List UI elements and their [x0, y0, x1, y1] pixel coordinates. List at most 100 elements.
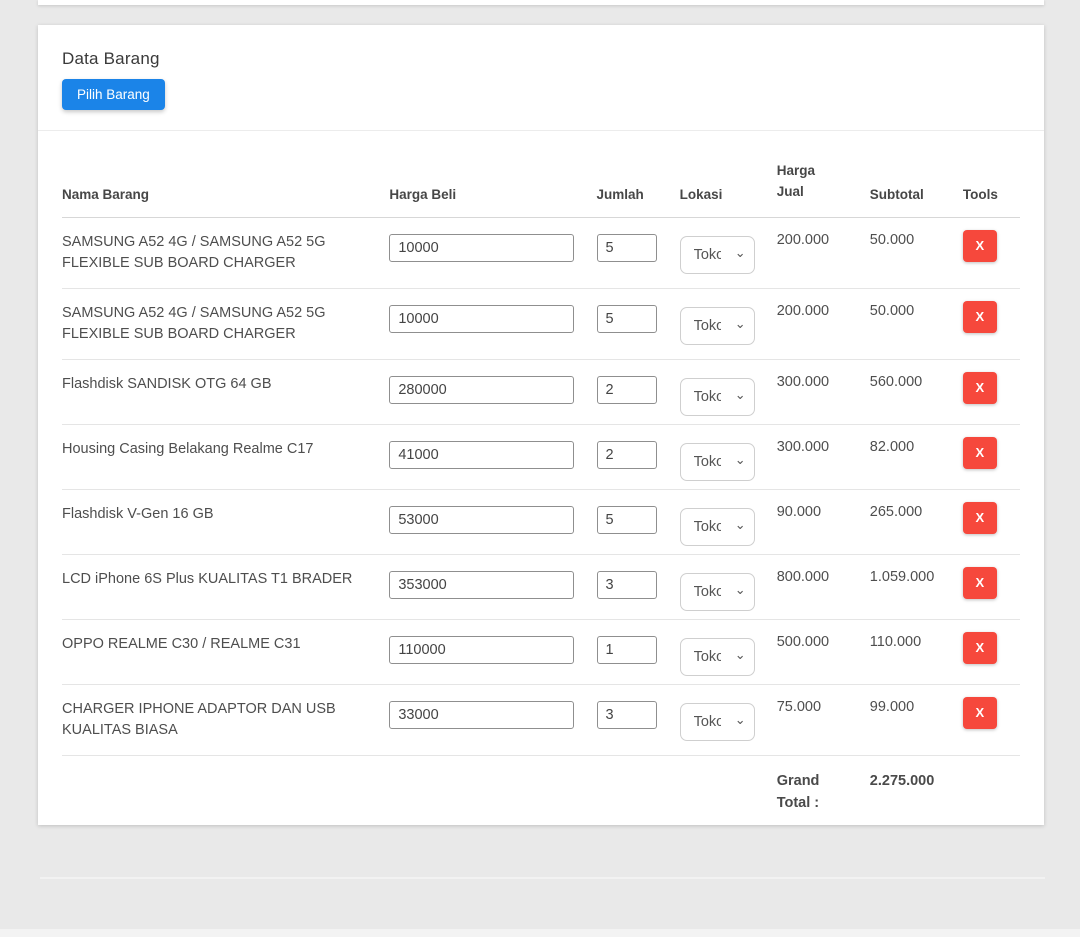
harga-jual-value: 200.000 — [777, 288, 870, 359]
item-name: Flashdisk SANDISK OTG 64 GB — [62, 359, 389, 424]
harga-jual-value: 300.000 — [777, 359, 870, 424]
col-header-jumlah: Jumlah — [597, 131, 680, 217]
jumlah-input[interactable] — [597, 441, 657, 469]
harga-jual-value: 75.000 — [777, 684, 870, 755]
delete-row-button[interactable]: X — [963, 567, 997, 599]
card-body: Nama Barang Harga Beli Jumlah Lokasi Har… — [38, 131, 1044, 822]
harga-beli-input[interactable] — [389, 701, 574, 729]
delete-row-button[interactable]: X — [963, 632, 997, 664]
item-name: CHARGER IPHONE ADAPTOR DAN USB KUALITAS … — [62, 684, 389, 755]
jumlah-input[interactable] — [597, 571, 657, 599]
table-row: Housing Casing Belakang Realme C17 Toko … — [62, 424, 1020, 489]
harga-jual-value: 800.000 — [777, 554, 870, 619]
item-name: Housing Casing Belakang Realme C17 — [62, 424, 389, 489]
chevron-down-icon: ⌄ — [735, 453, 746, 466]
grand-total-label: Grand Total : — [777, 755, 870, 822]
table-header-row: Nama Barang Harga Beli Jumlah Lokasi Har… — [62, 131, 1020, 217]
table-row: LCD iPhone 6S Plus KUALITAS T1 BRADER To… — [62, 554, 1020, 619]
item-name: SAMSUNG A52 4G / SAMSUNG A52 5G FLEXIBLE… — [62, 217, 389, 288]
page-title: Data Barang — [62, 49, 1020, 69]
lokasi-selected-value: Toko — [694, 519, 721, 535]
lokasi-select[interactable]: Toko ⌄ — [680, 508, 755, 546]
delete-row-button[interactable]: X — [963, 230, 997, 262]
chevron-down-icon: ⌄ — [735, 713, 746, 726]
lokasi-selected-value: Toko — [694, 649, 721, 665]
item-name: LCD iPhone 6S Plus KUALITAS T1 BRADER — [62, 554, 389, 619]
chevron-down-icon: ⌄ — [735, 518, 746, 531]
lokasi-selected-value: Toko — [694, 389, 721, 405]
lokasi-selected-value: Toko — [694, 318, 721, 334]
lower-section-divider — [40, 877, 1045, 879]
col-header-harga-jual: Harga Jual — [777, 131, 870, 217]
chevron-down-icon: ⌄ — [735, 583, 746, 596]
lokasi-select[interactable]: Toko ⌄ — [680, 236, 755, 274]
chevron-down-icon: ⌄ — [735, 648, 746, 661]
harga-jual-value: 200.000 — [777, 217, 870, 288]
delete-row-button[interactable]: X — [963, 301, 997, 333]
jumlah-input[interactable] — [597, 234, 657, 262]
jumlah-input[interactable] — [597, 701, 657, 729]
table-row: SAMSUNG A52 4G / SAMSUNG A52 5G FLEXIBLE… — [62, 288, 1020, 359]
col-header-subtotal: Subtotal — [870, 131, 963, 217]
top-card-edge — [38, 0, 1044, 5]
lokasi-selected-value: Toko — [694, 454, 721, 470]
col-header-nama-barang: Nama Barang — [62, 131, 389, 217]
harga-beli-input[interactable] — [389, 234, 574, 262]
delete-row-button[interactable]: X — [963, 502, 997, 534]
jumlah-input[interactable] — [597, 506, 657, 534]
lokasi-select[interactable]: Toko ⌄ — [680, 703, 755, 741]
table-row: SAMSUNG A52 4G / SAMSUNG A52 5G FLEXIBLE… — [62, 217, 1020, 288]
grand-total-row: Grand Total : 2.275.000 — [62, 755, 1020, 822]
harga-jual-value: 90.000 — [777, 489, 870, 554]
subtotal-value: 99.000 — [870, 684, 963, 755]
subtotal-value: 110.000 — [870, 619, 963, 684]
lokasi-select[interactable]: Toko ⌄ — [680, 378, 755, 416]
chevron-down-icon: ⌄ — [735, 317, 746, 330]
harga-jual-value: 500.000 — [777, 619, 870, 684]
harga-jual-value: 300.000 — [777, 424, 870, 489]
card-header: Data Barang Pilih Barang — [38, 25, 1044, 131]
delete-row-button[interactable]: X — [963, 697, 997, 729]
pilih-barang-button[interactable]: Pilih Barang — [62, 79, 165, 110]
jumlah-input[interactable] — [597, 305, 657, 333]
subtotal-value: 82.000 — [870, 424, 963, 489]
jumlah-input[interactable] — [597, 376, 657, 404]
subtotal-value: 50.000 — [870, 217, 963, 288]
lokasi-selected-value: Toko — [694, 714, 721, 730]
subtotal-value: 1.059.000 — [870, 554, 963, 619]
harga-beli-input[interactable] — [389, 441, 574, 469]
data-barang-card: Data Barang Pilih Barang Nama Barang Har… — [38, 25, 1044, 825]
harga-beli-input[interactable] — [389, 305, 574, 333]
item-name: SAMSUNG A52 4G / SAMSUNG A52 5G FLEXIBLE… — [62, 288, 389, 359]
subtotal-value: 265.000 — [870, 489, 963, 554]
item-name: OPPO REALME C30 / REALME C31 — [62, 619, 389, 684]
data-barang-table: Nama Barang Harga Beli Jumlah Lokasi Har… — [62, 131, 1020, 822]
lokasi-selected-value: Toko — [694, 247, 721, 263]
col-header-tools: Tools — [963, 131, 1020, 217]
grand-total-value: 2.275.000 — [870, 755, 963, 822]
lokasi-selected-value: Toko — [694, 584, 721, 600]
subtotal-value: 560.000 — [870, 359, 963, 424]
col-header-harga-beli: Harga Beli — [389, 131, 596, 217]
lokasi-select[interactable]: Toko ⌄ — [680, 638, 755, 676]
subtotal-value: 50.000 — [870, 288, 963, 359]
table-row: Flashdisk V-Gen 16 GB Toko ⌄ 90.000 265.… — [62, 489, 1020, 554]
jumlah-input[interactable] — [597, 636, 657, 664]
lokasi-select[interactable]: Toko ⌄ — [680, 307, 755, 345]
table-row: Flashdisk SANDISK OTG 64 GB Toko ⌄ 300.0… — [62, 359, 1020, 424]
harga-beli-input[interactable] — [389, 636, 574, 664]
lokasi-select[interactable]: Toko ⌄ — [680, 443, 755, 481]
item-name: Flashdisk V-Gen 16 GB — [62, 489, 389, 554]
delete-row-button[interactable]: X — [963, 437, 997, 469]
col-header-lokasi: Lokasi — [680, 131, 777, 217]
lokasi-select[interactable]: Toko ⌄ — [680, 573, 755, 611]
table-row: OPPO REALME C30 / REALME C31 Toko ⌄ 500.… — [62, 619, 1020, 684]
bottom-card-edge — [0, 929, 1080, 937]
harga-beli-input[interactable] — [389, 506, 574, 534]
chevron-down-icon: ⌄ — [735, 246, 746, 259]
delete-row-button[interactable]: X — [963, 372, 997, 404]
chevron-down-icon: ⌄ — [735, 388, 746, 401]
harga-beli-input[interactable] — [389, 571, 574, 599]
harga-beli-input[interactable] — [389, 376, 574, 404]
table-row: CHARGER IPHONE ADAPTOR DAN USB KUALITAS … — [62, 684, 1020, 755]
